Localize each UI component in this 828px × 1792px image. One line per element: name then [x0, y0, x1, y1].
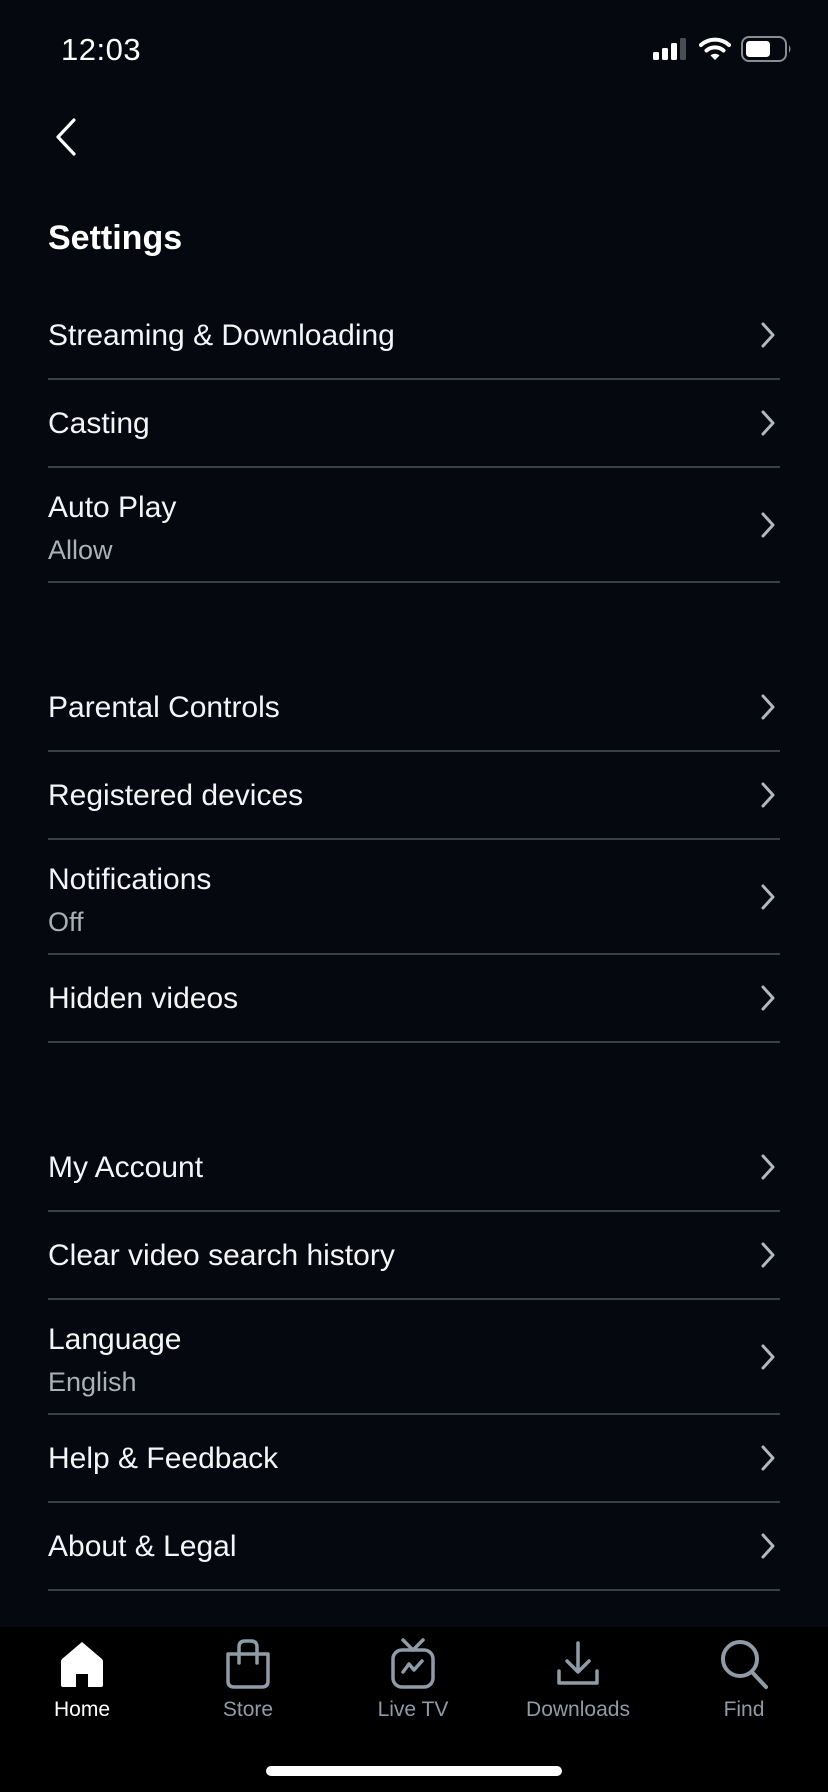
settings-item-label: Streaming & Downloading — [48, 319, 395, 352]
chevron-right-icon — [761, 884, 775, 910]
settings-item-value: English — [48, 1367, 137, 1397]
settings-section-controls: Parental Controls Registered devices Not… — [48, 664, 780, 1043]
home-indicator[interactable] — [266, 1766, 562, 1776]
back-button[interactable] — [46, 114, 86, 164]
battery-icon — [741, 36, 793, 62]
chevron-right-icon — [761, 1533, 775, 1559]
settings-item-label: Language — [48, 1323, 182, 1356]
settings-item-hidden-videos[interactable]: Hidden videos — [48, 955, 780, 1043]
settings-item-casting[interactable]: Casting — [48, 380, 780, 468]
tab-label: Downloads — [526, 1698, 630, 1721]
settings-item-help-feedback[interactable]: Help & Feedback — [48, 1415, 780, 1503]
status-bar: 12:03 — [0, 0, 828, 98]
settings-section-playback: Streaming & Downloading Casting Auto Pla… — [48, 292, 780, 583]
chevron-right-icon — [761, 1445, 775, 1471]
cellular-signal-icon — [653, 38, 689, 60]
settings-item-label: My Account — [48, 1151, 204, 1184]
tab-downloads[interactable]: Downloads — [503, 1637, 653, 1737]
settings-item-my-account[interactable]: My Account — [48, 1124, 780, 1212]
settings-item-label: Parental Controls — [48, 691, 280, 724]
chevron-right-icon — [761, 322, 775, 348]
settings-section-account: My Account Clear video search history La… — [48, 1124, 780, 1591]
tab-label: Store — [222, 1698, 274, 1721]
tab-label: Home — [53, 1698, 111, 1721]
status-time: 12:03 — [61, 32, 142, 67]
settings-item-label: Auto Play — [48, 491, 177, 524]
settings-item-about-legal[interactable]: About & Legal — [48, 1503, 780, 1591]
tab-label: Find — [723, 1698, 765, 1721]
chevron-left-icon — [55, 117, 77, 161]
shopping-bag-icon — [226, 1639, 270, 1689]
tab-label: Live TV — [377, 1698, 449, 1721]
settings-item-value: Off — [48, 907, 84, 937]
search-icon — [721, 1640, 768, 1689]
wifi-icon — [699, 37, 731, 61]
chevron-right-icon — [761, 782, 775, 808]
settings-item-parental-controls[interactable]: Parental Controls — [48, 664, 780, 752]
settings-item-label: Clear video search history — [48, 1239, 395, 1272]
tab-find[interactable]: Find — [669, 1637, 819, 1737]
settings-item-label: Hidden videos — [48, 982, 239, 1015]
settings-item-label: Casting — [48, 407, 150, 440]
chevron-right-icon — [761, 694, 775, 720]
settings-item-label: Notifications — [48, 863, 212, 896]
settings-item-auto-play[interactable]: Auto Play Allow — [48, 468, 780, 583]
settings-item-language[interactable]: Language English — [48, 1300, 780, 1415]
tab-live-tv[interactable]: Live TV — [338, 1637, 488, 1737]
chevron-right-icon — [761, 1154, 775, 1180]
page-title: Settings — [48, 219, 183, 257]
chevron-right-icon — [761, 410, 775, 436]
tab-store[interactable]: Store — [173, 1637, 323, 1737]
download-icon — [557, 1641, 599, 1685]
chevron-right-icon — [761, 1242, 775, 1268]
settings-item-label: Registered devices — [48, 779, 304, 812]
home-icon — [61, 1642, 103, 1687]
settings-item-notifications[interactable]: Notifications Off — [48, 840, 780, 955]
settings-item-label: About & Legal — [48, 1530, 237, 1563]
live-tv-icon — [391, 1638, 435, 1689]
status-icons — [653, 36, 793, 62]
chevron-right-icon — [761, 985, 775, 1011]
chevron-right-icon — [761, 512, 775, 538]
chevron-right-icon — [761, 1344, 775, 1370]
settings-item-streaming-downloading[interactable]: Streaming & Downloading — [48, 292, 780, 380]
settings-item-label: Help & Feedback — [48, 1442, 279, 1475]
settings-item-value: Allow — [48, 535, 113, 565]
tab-home[interactable]: Home — [7, 1637, 157, 1737]
settings-item-clear-search-history[interactable]: Clear video search history — [48, 1212, 780, 1300]
settings-item-registered-devices[interactable]: Registered devices — [48, 752, 780, 840]
